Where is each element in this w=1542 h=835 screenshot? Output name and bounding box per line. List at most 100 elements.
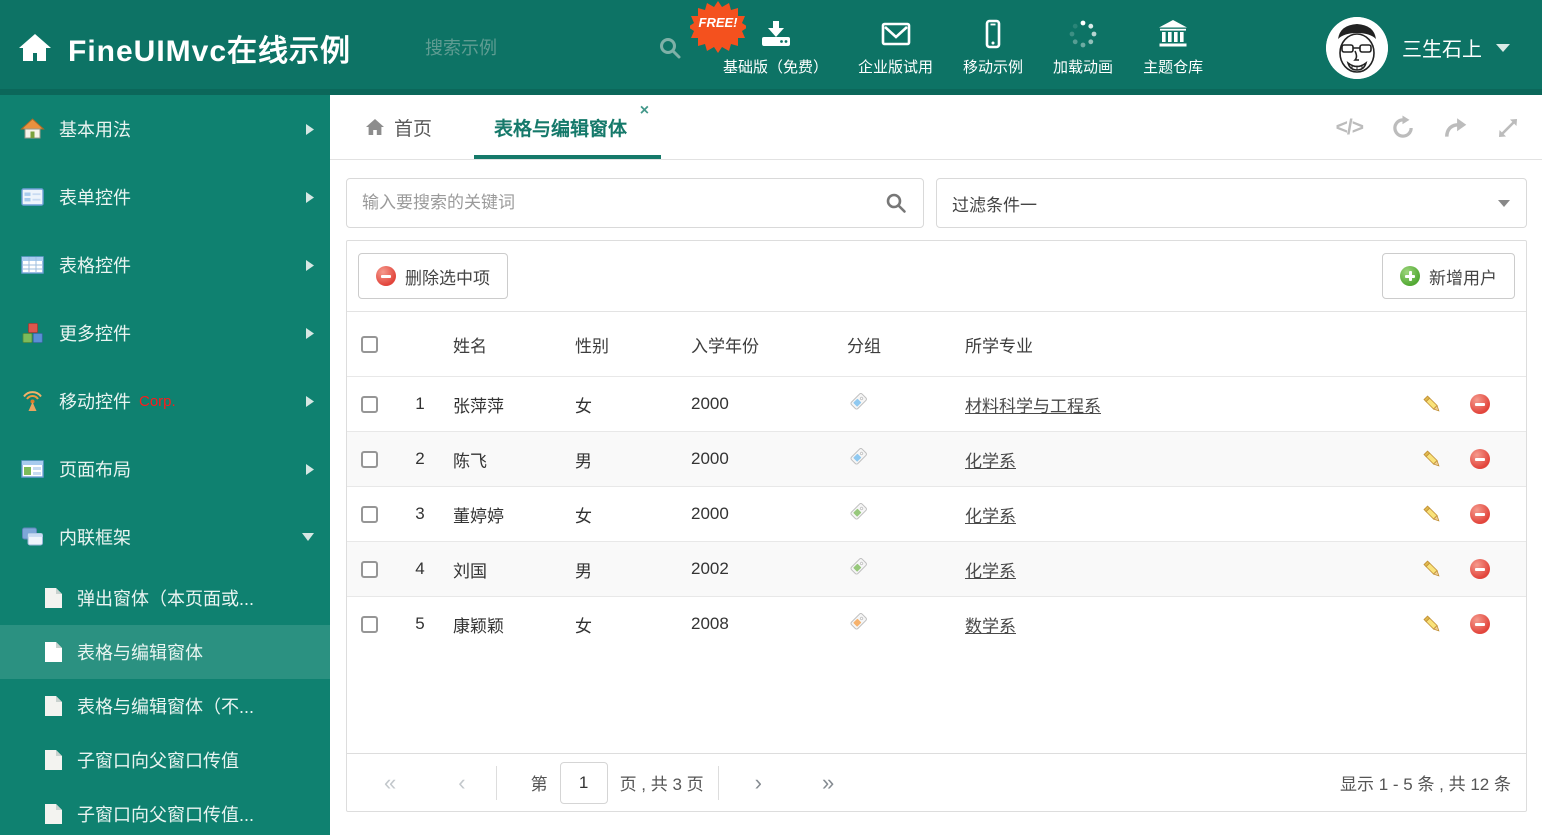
page-number-input[interactable]: 1 — [559, 761, 608, 804]
edit-pencil-icon[interactable] — [1422, 449, 1443, 470]
delete-row-icon[interactable] — [1470, 614, 1490, 635]
row-checkbox[interactable] — [361, 615, 378, 633]
sidebar-item-label: 基本用法 — [59, 120, 131, 140]
sidebar-subitem-grid-edit-window[interactable]: 表格与编辑窗体 — [0, 625, 330, 679]
page-suffix: 页 , 共 3 页 — [619, 775, 704, 794]
sidebar-item-label: 更多控件 — [59, 324, 131, 344]
username: 三生石上 — [1402, 39, 1482, 61]
cell-name: 陈飞 — [453, 451, 487, 471]
filter-dropdown[interactable]: 过滤条件一 — [936, 178, 1527, 228]
user-menu[interactable]: 三生石上 — [1326, 0, 1510, 95]
delete-row-icon[interactable] — [1470, 449, 1490, 469]
page-content: 过滤条件一 删除选中项 新增用户 — [330, 160, 1542, 812]
search-icon[interactable] — [884, 191, 908, 215]
add-user-button[interactable]: 新增用户 — [1382, 253, 1515, 299]
sidebar-subitem-grid-edit-window-2[interactable]: 表格与编辑窗体（不... — [0, 679, 330, 733]
major-link[interactable]: 材料科学与工程系 — [965, 397, 1101, 416]
tab-strip: 首页 表格与编辑窗体 × </> — [330, 95, 1542, 160]
cell-name: 董婷婷 — [453, 506, 504, 526]
cell-major: 材料科学与工程系 — [957, 377, 1394, 432]
header-search-input[interactable] — [425, 37, 657, 59]
pager-divider — [717, 765, 719, 800]
nav-loading-animation[interactable]: 加载动画 — [1053, 19, 1113, 77]
sidebar-subitem-popup-window[interactable]: 弹出窗体（本页面或... — [0, 571, 330, 625]
file-icon — [44, 641, 64, 663]
row-number: 5 — [415, 614, 425, 634]
nav-label: 移动示例 — [963, 58, 1024, 76]
form-icon — [20, 185, 46, 209]
delete-row-icon[interactable] — [1470, 504, 1490, 524]
sidebar-subitem-child-to-parent[interactable]: 子窗口向父窗口传值 — [0, 733, 330, 787]
data-grid: 姓名 性别 入学年份 分组 所学专业 1 张萍萍 女 2000 材料科学与工程系… — [347, 311, 1526, 652]
layout-icon — [20, 457, 46, 481]
major-link[interactable]: 数学系 — [965, 617, 1016, 636]
col-rownum — [395, 312, 445, 377]
source-code-icon[interactable]: </> — [1336, 116, 1364, 140]
avatar[interactable] — [1326, 16, 1388, 79]
chevron-right-icon — [306, 463, 314, 475]
edit-pencil-icon[interactable] — [1422, 504, 1443, 525]
delete-selected-button[interactable]: 删除选中项 — [358, 253, 508, 299]
app-logo[interactable]: FineUIMvc在线示例 — [18, 0, 351, 95]
cell-group — [839, 377, 957, 432]
sidebar-item-basic-usage[interactable]: 基本用法 — [0, 95, 330, 163]
nav-label: 主题仓库 — [1143, 58, 1204, 76]
record-count-info: 显示 1 - 5 条 , 共 12 条 — [1340, 775, 1511, 794]
sidebar-item-form-controls[interactable]: 表单控件 — [0, 163, 330, 231]
select-all-checkbox[interactable] — [361, 335, 378, 353]
cell-year: 2000 — [691, 504, 729, 523]
table-row: 5 康颖颖 女 2008 数学系 — [347, 596, 1526, 652]
sidebar-item-inline-frame[interactable]: 内联框架 — [0, 503, 330, 571]
grid-empty-space — [347, 652, 1526, 754]
file-icon — [44, 803, 64, 825]
delete-row-icon[interactable] — [1470, 394, 1490, 414]
tab-home[interactable]: 首页 — [365, 114, 432, 141]
filter-dropdown-value: 过滤条件一 — [952, 195, 1037, 215]
share-icon[interactable] — [1443, 115, 1469, 141]
nav-theme-repository[interactable]: 主题仓库 — [1143, 19, 1203, 77]
header-search[interactable] — [425, 28, 681, 68]
major-link[interactable]: 化学系 — [965, 507, 1016, 526]
page-prefix: 第 — [530, 775, 548, 794]
close-icon[interactable]: × — [640, 103, 649, 119]
col-year: 入学年份 — [691, 336, 759, 356]
sidebar-subitem-child-to-parent-2[interactable]: 子窗口向父窗口传值... — [0, 787, 330, 835]
edit-pencil-icon[interactable] — [1422, 394, 1443, 415]
free-badge: FREE! — [688, 0, 748, 56]
major-link[interactable]: 化学系 — [965, 452, 1016, 471]
last-page-icon[interactable]: » — [822, 770, 834, 796]
next-page-icon[interactable]: › — [755, 770, 762, 796]
nav-mobile-demo[interactable]: 移动示例 — [963, 19, 1023, 77]
row-checkbox[interactable] — [361, 395, 378, 413]
row-checkbox[interactable] — [361, 560, 378, 578]
table-row: 2 陈飞 男 2000 化学系 — [347, 431, 1526, 487]
cell-gender: 女 — [575, 506, 592, 526]
sidebar-item-page-layout[interactable]: 页面布局 — [0, 435, 330, 503]
file-icon — [44, 587, 64, 609]
sidebar-item-more-controls[interactable]: 更多控件 — [0, 299, 330, 367]
edit-pencil-icon[interactable] — [1422, 614, 1443, 635]
file-icon — [44, 749, 64, 771]
prev-page-icon[interactable]: ‹ — [458, 770, 465, 796]
tag-icon — [847, 391, 869, 413]
sidebar-item-mobile-controls[interactable]: 移动控件 Corp. — [0, 367, 330, 435]
keyword-search-input[interactable] — [347, 193, 884, 213]
row-checkbox[interactable] — [361, 450, 378, 468]
tab-active-label: 表格与编辑窗体 — [494, 118, 628, 140]
add-button-label: 新增用户 — [1429, 268, 1497, 288]
nav-enterprise-trial[interactable]: 企业版试用 — [858, 19, 933, 77]
expand-icon[interactable] — [1496, 116, 1520, 140]
delete-row-icon[interactable] — [1470, 559, 1490, 579]
first-page-icon[interactable]: « — [384, 770, 396, 796]
row-checkbox[interactable] — [361, 505, 378, 523]
major-link[interactable]: 化学系 — [965, 562, 1016, 581]
tab-grid-edit-window[interactable]: 表格与编辑窗体 × — [474, 95, 662, 159]
home-color-icon — [20, 117, 46, 141]
refresh-icon[interactable] — [1390, 115, 1416, 141]
corp-badge: Corp. — [139, 392, 176, 410]
search-icon[interactable] — [657, 35, 683, 61]
nav-label: 加载动画 — [1053, 58, 1114, 76]
keyword-search[interactable] — [346, 178, 924, 228]
sidebar-item-grid-controls[interactable]: 表格控件 — [0, 231, 330, 299]
edit-pencil-icon[interactable] — [1422, 559, 1443, 580]
